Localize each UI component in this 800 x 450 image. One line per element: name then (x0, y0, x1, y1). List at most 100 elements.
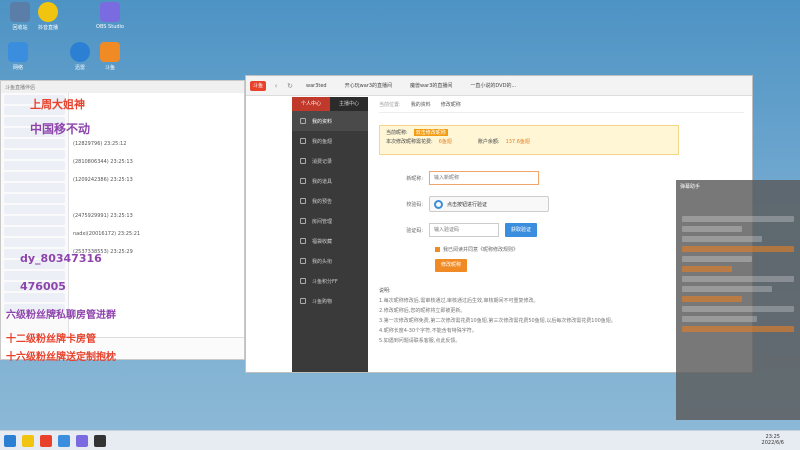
app-icon[interactable] (58, 434, 70, 447)
sidebar-item-profile[interactable]: 我的资料 (292, 111, 368, 131)
verify-text: 点击按钮进行验证 (447, 201, 488, 208)
sidebar-item-fins[interactable]: 我的鱼翅 (292, 131, 368, 151)
trailer-icon (300, 198, 306, 204)
back-icon[interactable]: ‹ (272, 82, 280, 90)
bag-icon (300, 238, 306, 244)
user-entry[interactable] (4, 183, 65, 192)
sidebar-item-label: 我的头衔 (312, 258, 333, 265)
checkbox-icon (435, 246, 440, 252)
start-icon[interactable] (4, 434, 16, 447)
verify-widget[interactable]: 点击按钮进行验证 (429, 196, 549, 212)
tab-anchor[interactable]: 主播中心 (330, 97, 368, 111)
get-code-button[interactable]: 获取验证 (505, 223, 538, 237)
douyu-icon (100, 42, 120, 62)
app-icon[interactable] (76, 434, 88, 447)
cost-label: 本次修改昵称需花费: (386, 139, 433, 145)
desktop-icon-label: OBS Studio (96, 24, 124, 30)
fins-icon (300, 138, 306, 144)
user-entry[interactable] (4, 205, 65, 214)
tab-4[interactable]: 一直小说的DVD的... (464, 82, 522, 89)
desktop-icon-douyin[interactable]: 抖音直播 (30, 2, 66, 31)
danmu-line (682, 306, 794, 312)
tab-3[interactable]: 魔兽war3的直播间 (404, 82, 458, 89)
desktop-icon-network[interactable]: 网络 (0, 42, 36, 71)
chat-messages: (12829796) 23:25:12 (2810806344) 23:25:1… (73, 101, 238, 267)
submit-button[interactable]: 修改昵称 (435, 259, 467, 272)
danmu-panel: 弹幕助手 (676, 180, 800, 420)
user-entry[interactable] (4, 216, 65, 225)
tab-1[interactable]: war3ted (300, 83, 333, 89)
desktop-icon-douyu[interactable]: 斗鱼 (92, 42, 128, 71)
danmu-line (682, 246, 794, 252)
crumb-profile[interactable]: 我的资料 (411, 101, 431, 108)
desktop-icon-label: 网络 (12, 65, 23, 71)
clock-date: 2022/6/6 (761, 440, 784, 446)
desktop-icon-label: 迅雷 (74, 65, 85, 71)
user-entry[interactable] (4, 238, 65, 247)
user-entry[interactable] (4, 227, 65, 236)
user-entry[interactable] (4, 271, 65, 280)
app-icon[interactable] (94, 434, 106, 447)
sidebar-item-trailer[interactable]: 我的预告 (292, 191, 368, 211)
danmu-line (682, 226, 742, 232)
user-entry[interactable] (4, 150, 65, 159)
shop-icon (300, 298, 306, 304)
overlay-text: dy_80347316 (20, 252, 102, 265)
code-input[interactable] (429, 223, 499, 237)
balance-label: 账户余额: (477, 139, 500, 145)
danmu-line (682, 256, 752, 262)
overlay-text: 上周大姐神 (30, 98, 85, 111)
agree-text: 我已阅读并同意《昵称修改规则》 (443, 246, 519, 253)
desktop-icon-label: 回收站 (12, 25, 28, 31)
crumb-rename: 修改昵称 (440, 102, 461, 108)
tab-2[interactable]: 开心玩war3的直播间 (339, 82, 398, 89)
room-icon (300, 218, 306, 224)
clock[interactable]: 23:25 2022/6/6 (762, 434, 784, 446)
browser-toolbar: 斗鱼 ‹ ↻ war3ted 开心玩war3的直播间 魔兽war3的直播间 一直… (246, 76, 752, 96)
chat-message: nadxi(20016172) 23:25:21 (73, 231, 141, 237)
desktop-icon-label: 抖音直播 (37, 25, 58, 31)
sidebar-item-points[interactable]: 斗鱼积分FF (292, 271, 368, 291)
records-icon (300, 158, 306, 164)
title-icon (300, 258, 306, 264)
sidebar-item-room[interactable]: 房间管理 (292, 211, 368, 231)
sidebar-head: 个人中心 主播中心 (292, 97, 368, 111)
sidebar-item-bag[interactable]: 福袋收藏 (292, 231, 368, 251)
danmu-line (682, 296, 742, 302)
danmu-panel-title: 弹幕助手 (680, 184, 701, 190)
danmu-line (682, 276, 794, 282)
overlay-text: 六级粉丝牌私聊房管进群 (6, 310, 116, 321)
tab-personal[interactable]: 个人中心 (292, 97, 330, 111)
danmu-line (682, 316, 757, 322)
user-entry[interactable] (4, 194, 65, 203)
app-icon[interactable] (40, 434, 52, 447)
nick-input[interactable] (429, 171, 539, 185)
sidebar-item-label: 我的道具 (312, 178, 333, 185)
sidebar-item-shop[interactable]: 斗鱼购物 (292, 291, 368, 311)
sidebar-item-records[interactable]: 消费记录 (292, 151, 368, 171)
current-nick-label: 当前昵称: (386, 130, 408, 136)
network-icon (8, 42, 28, 62)
chat-message: (1209242386) 23:25:13 (73, 177, 133, 183)
refresh-icon[interactable]: ↻ (286, 82, 294, 90)
overlay-text: 中国移不动 (30, 122, 91, 136)
sidebar-item-props[interactable]: 我的道具 (292, 171, 368, 191)
sidebar-item-title[interactable]: 我的头衔 (292, 251, 368, 271)
code-label: 验证码: (406, 227, 423, 234)
user-entry[interactable] (4, 172, 65, 181)
cost-value: 6鱼翅 (438, 139, 452, 145)
overlay-text: 十六级粉丝牌送定制抱枕 (6, 352, 116, 363)
user-entry[interactable] (4, 139, 65, 148)
overlay-text: 十二级粉丝牌卡房管 (6, 334, 96, 345)
danmu-line (682, 326, 794, 332)
thunder-icon (70, 42, 90, 62)
danmu-line (682, 216, 794, 222)
user-entry[interactable] (4, 293, 65, 302)
app-logo[interactable]: 斗鱼 (250, 80, 266, 91)
desktop-icon-obs[interactable]: OBS Studio (92, 2, 128, 30)
chat-message: (2475929991) 23:25:13 (73, 213, 133, 219)
verify-label: 校验码: (406, 201, 423, 208)
crumb-prefix: 当前位置: (379, 102, 401, 108)
app-icon[interactable] (22, 434, 34, 447)
user-entry[interactable] (4, 161, 65, 170)
